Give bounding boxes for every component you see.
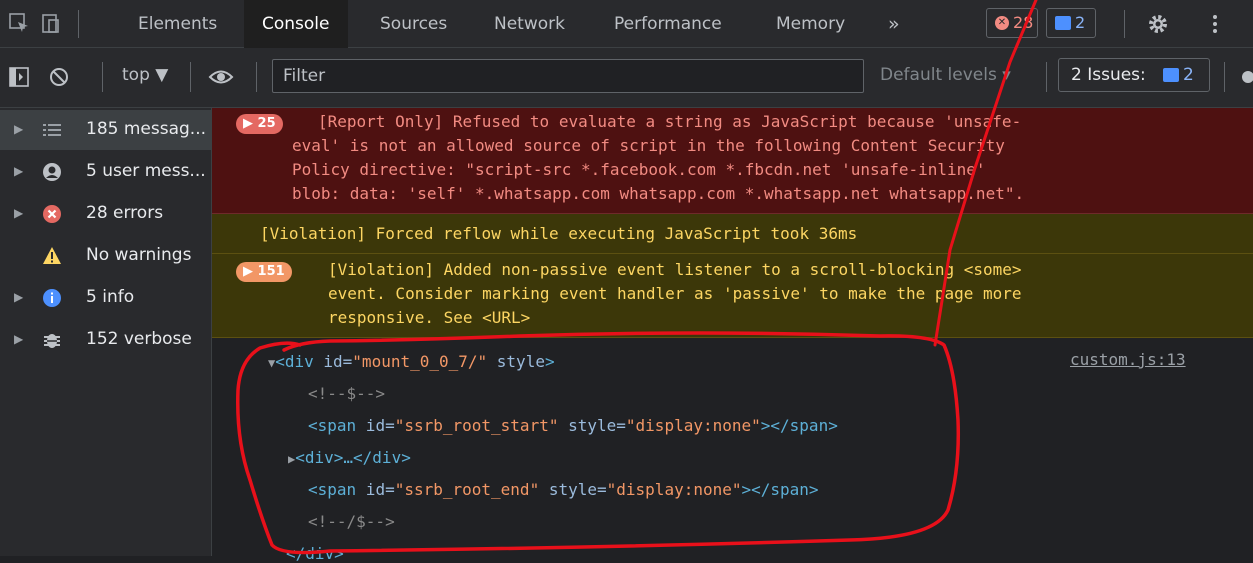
- issues-message-icon: [1163, 68, 1179, 82]
- sidebar-item-verbose[interactable]: ▶ 152 verbose: [0, 320, 212, 360]
- toolbar-divider: [190, 62, 191, 92]
- bug-icon: [44, 334, 60, 348]
- dom-node-line[interactable]: ▶<div>…</div>: [288, 448, 411, 467]
- expand-arrow-icon: ▶: [243, 264, 258, 279]
- toolbar-divider: [1224, 62, 1225, 92]
- dom-comment-line[interactable]: <!--$-->: [308, 384, 385, 403]
- filter-placeholder: Filter: [283, 66, 326, 86]
- tab-console[interactable]: Console: [244, 0, 348, 50]
- console-output: ▶ 25 [Report Only] Refused to evaluate a…: [212, 108, 1253, 563]
- expand-arrow-icon: ▶: [243, 116, 258, 131]
- toolbar-divider: [1124, 10, 1125, 38]
- toolbar-divider: [256, 62, 257, 92]
- toolbar-divider: [78, 10, 79, 38]
- device-toolbar-icon[interactable]: [40, 12, 62, 34]
- clear-console-icon[interactable]: [48, 66, 70, 88]
- console-error-message[interactable]: ▶ 25 [Report Only] Refused to evaluate a…: [212, 108, 1253, 214]
- message-icon: [1055, 16, 1071, 30]
- sidebar-toggle-icon[interactable]: [8, 66, 30, 88]
- message-text-line: blob: data: 'self' *.whatsapp.com whatsa…: [292, 184, 1025, 203]
- console-violation-message[interactable]: ▶ 151 [Violation] Added non-passive even…: [212, 254, 1253, 338]
- repeat-count: 151: [257, 264, 285, 279]
- warning-icon: [43, 247, 61, 264]
- expand-arrow-icon[interactable]: ▶: [14, 332, 23, 346]
- expand-arrow-icon[interactable]: ▶: [14, 164, 23, 178]
- message-text-line: responsive. See <URL>: [328, 308, 531, 327]
- console-settings-icon[interactable]: [1240, 66, 1253, 88]
- sidebar-item-label: 5 info: [86, 287, 135, 307]
- repeat-count-badge: ▶ 25: [236, 114, 283, 134]
- error-count-label: 28: [1013, 13, 1034, 32]
- tab-performance[interactable]: Performance: [614, 0, 722, 48]
- devtools-tab-bar: Elements Console Sources Network Perform…: [0, 0, 1253, 50]
- message-text-line: Policy directive: "script-src *.facebook…: [292, 160, 986, 179]
- issues-count: 2: [1183, 65, 1194, 85]
- sidebar-item-errors[interactable]: ▶ 28 errors: [0, 194, 212, 234]
- dom-node-line[interactable]: ▼<div id="mount_0_0_7/" style>: [268, 352, 555, 371]
- message-count-label: 2: [1075, 13, 1086, 32]
- expand-arrow-icon[interactable]: ▶: [14, 122, 23, 136]
- inspect-element-icon[interactable]: [8, 12, 30, 34]
- sidebar-item-user-messages[interactable]: ▶ 5 user mess...: [0, 152, 212, 192]
- dom-comment-line[interactable]: <!--/$-->: [308, 512, 395, 531]
- console-toolbar: top ▼ Filter Default levels ▾ 2 Issues: …: [0, 48, 1253, 108]
- dom-node-line[interactable]: </div>: [286, 544, 344, 563]
- filter-input[interactable]: Filter: [272, 59, 864, 93]
- more-tabs-button[interactable]: »: [888, 0, 900, 48]
- tab-sources[interactable]: Sources: [380, 0, 447, 48]
- kebab-menu-icon[interactable]: [1204, 13, 1226, 35]
- sidebar-item-info[interactable]: ▶ 5 info: [0, 278, 212, 318]
- info-icon: [43, 289, 61, 307]
- sidebar-item-label: 185 messag...: [86, 119, 207, 139]
- tab-memory[interactable]: Memory: [776, 0, 845, 48]
- toolbar-divider: [1046, 62, 1047, 92]
- message-text-line: [Report Only] Refused to evaluate a stri…: [318, 112, 1022, 131]
- expand-arrow-icon[interactable]: ▶: [14, 206, 23, 220]
- list-icon: [43, 124, 61, 136]
- repeat-count: 25: [257, 116, 276, 131]
- sidebar-item-label: 28 errors: [86, 203, 164, 223]
- context-selector[interactable]: top ▼: [122, 65, 168, 85]
- source-link[interactable]: custom.js:13: [1070, 350, 1186, 369]
- sidebar-item-label: No warnings: [86, 245, 192, 265]
- tab-network[interactable]: Network: [494, 0, 565, 48]
- toolbar-divider: [102, 62, 103, 92]
- message-text-line: [Violation] Forced reflow while executin…: [260, 224, 858, 243]
- error-count-badge[interactable]: ✕ 28: [986, 8, 1038, 38]
- error-icon: ✕: [995, 16, 1009, 30]
- error-icon: [43, 205, 61, 223]
- dom-node-line[interactable]: <span id="ssrb_root_end" style="display:…: [308, 480, 819, 499]
- message-text-line: event. Consider marking event handler as…: [328, 284, 1022, 303]
- expand-arrow-icon[interactable]: ▶: [14, 290, 23, 304]
- settings-gear-icon[interactable]: [1147, 13, 1169, 35]
- sidebar-item-messages[interactable]: ▶ 185 messag...: [0, 110, 212, 150]
- issues-label: 2 Issues:: [1071, 65, 1146, 85]
- issues-button[interactable]: 2 Issues: 2: [1058, 58, 1210, 92]
- sidebar-item-label: 5 user mess...: [86, 161, 206, 181]
- message-count-badge[interactable]: 2: [1046, 8, 1096, 38]
- tab-elements[interactable]: Elements: [138, 0, 217, 48]
- sidebar-item-warnings[interactable]: No warnings: [0, 236, 212, 276]
- sidebar-item-label: 152 verbose: [86, 329, 192, 349]
- repeat-count-badge: ▶ 151: [236, 262, 292, 282]
- console-log-entry: custom.js:13 ▼<div id="mount_0_0_7/" sty…: [212, 338, 1253, 563]
- message-text-line: eval' is not an allowed source of script…: [292, 136, 1005, 155]
- console-sidebar: ▶ 185 messag... ▶ 5 user mess... ▶ 28 er…: [0, 108, 212, 556]
- live-expression-eye-icon[interactable]: [208, 67, 234, 87]
- message-text-line: [Violation] Added non-passive event list…: [328, 260, 1022, 279]
- dom-node-line[interactable]: <span id="ssrb_root_start" style="displa…: [308, 416, 838, 435]
- log-levels-dropdown[interactable]: Default levels ▾: [880, 65, 1011, 85]
- console-violation-message[interactable]: [Violation] Forced reflow while executin…: [212, 214, 1253, 254]
- user-icon: [43, 163, 61, 181]
